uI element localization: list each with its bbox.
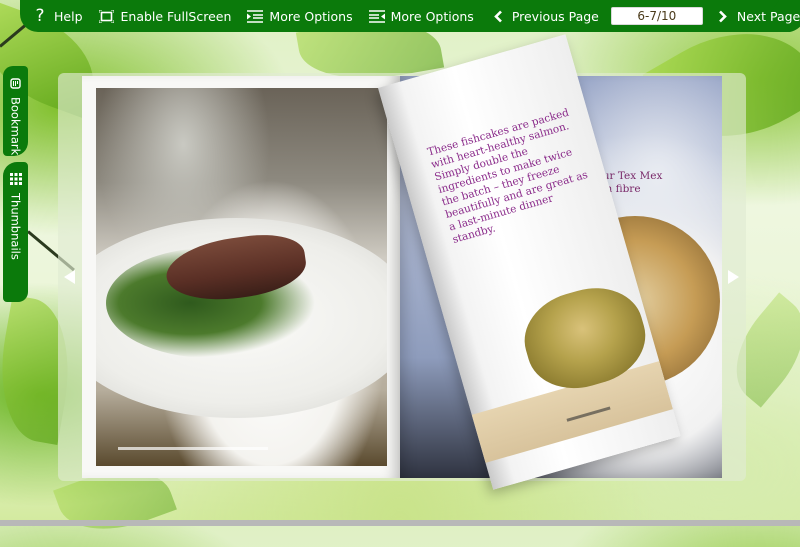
- help-icon: ?: [35, 6, 45, 26]
- left-page-photo: [96, 88, 387, 466]
- next-page-label: Next Page: [736, 8, 800, 24]
- previous-page-label: Previous Page: [511, 8, 599, 24]
- bookmark-icon: [10, 74, 21, 93]
- toolbar: ? Help Enable FullScreen More Options Mo…: [20, 0, 800, 32]
- turning-page-text: These fishcakes are packed with heart-he…: [426, 106, 590, 247]
- indent-menu-icon: [247, 8, 264, 24]
- more-options-label-secondary: More Options: [390, 8, 474, 24]
- chevron-left-icon: [490, 8, 506, 24]
- previous-page-button[interactable]: Previous Page: [482, 0, 607, 32]
- bookmark-tab[interactable]: Bookmark: [3, 66, 28, 156]
- more-options-button[interactable]: More Options: [239, 0, 360, 32]
- help-button[interactable]: ? Help: [20, 0, 91, 32]
- bottom-bar: [0, 520, 800, 526]
- fullscreen-button[interactable]: Enable FullScreen: [91, 0, 240, 32]
- fullscreen-icon: [99, 8, 115, 24]
- page-number-input[interactable]: [610, 7, 703, 25]
- flip-next-arrow[interactable]: [728, 270, 739, 284]
- flip-previous-arrow[interactable]: [64, 270, 75, 284]
- side-tabs: Bookmark Thumbnails: [3, 66, 28, 306]
- bookmark-tab-label: Bookmark: [8, 97, 23, 156]
- grid-icon: [9, 170, 22, 189]
- thumbnails-tab[interactable]: Thumbnails: [3, 162, 28, 302]
- more-options-label: More Options: [269, 8, 353, 24]
- help-label: Help: [54, 8, 83, 24]
- left-page-caption: [118, 447, 268, 450]
- fullscreen-label: Enable FullScreen: [120, 8, 232, 24]
- more-options-button-secondary[interactable]: More Options: [361, 0, 482, 32]
- next-page-button[interactable]: Next Page: [707, 0, 800, 32]
- thumbnails-tab-label: Thumbnails: [8, 193, 23, 260]
- chevron-right-icon: [715, 8, 731, 24]
- outdent-menu-icon: [368, 8, 385, 24]
